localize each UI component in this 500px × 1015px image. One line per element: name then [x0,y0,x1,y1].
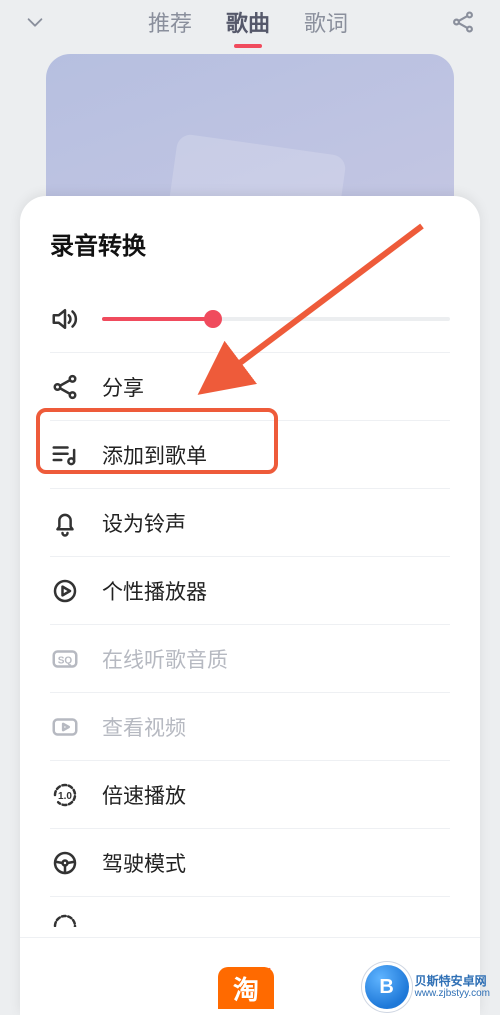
add-to-playlist-icon [50,440,80,470]
sheet-rows: 分享 添加到歌单 设为铃声 个性播放器 SQ 在线听歌音质 [20,285,480,937]
volume-icon [50,304,80,334]
watermark-line1: 贝斯特安卓网 [415,974,490,988]
steering-wheel-icon [50,848,80,878]
playback-speed-icon: 1.0 [50,780,80,810]
row-online-quality: SQ 在线听歌音质 [50,625,450,693]
collapse-icon[interactable] [24,11,46,33]
taobao-badge: 淘 [218,967,274,1009]
sq-quality-icon: SQ [50,644,80,674]
player-tabs: 推荐 歌曲 歌词 [148,6,348,38]
custom-player-icon [50,576,80,606]
row-set-ringtone-label: 设为铃声 [102,508,450,538]
row-drive-mode-label: 驾驶模式 [102,848,450,878]
volume-slider-thumb[interactable] [204,310,222,328]
row-playback-speed[interactable]: 1.0 倍速播放 [50,761,450,829]
tab-lyrics[interactable]: 歌词 [304,6,348,38]
row-volume [50,285,450,353]
row-view-video-label: 查看视频 [102,712,450,742]
volume-slider[interactable] [102,317,450,321]
tab-recommend[interactable]: 推荐 [148,6,192,38]
row-add-to-playlist[interactable]: 添加到歌单 [50,421,450,489]
share-row-icon [50,372,80,402]
row-cutoff [50,897,450,927]
cutoff-icon [50,911,80,927]
row-custom-player[interactable]: 个性播放器 [50,557,450,625]
row-share[interactable]: 分享 [50,353,450,421]
tab-song[interactable]: 歌曲 [226,6,270,38]
watermark-badge-icon: B [365,965,409,1009]
sheet-title: 录音转换 [20,196,480,285]
svg-text:1.0: 1.0 [58,790,72,801]
row-drive-mode[interactable]: 驾驶模式 [50,829,450,897]
row-custom-player-label: 个性播放器 [102,576,450,606]
row-view-video: 查看视频 [50,693,450,761]
player-topbar: 推荐 歌曲 歌词 [0,0,500,44]
row-online-quality-label: 在线听歌音质 [102,644,450,674]
row-add-to-playlist-label: 添加到歌单 [102,440,450,470]
site-watermark: B 贝斯特安卓网 www.zjbstyy.com [365,965,490,1009]
watermark-line2: www.zjbstyy.com [415,988,490,1000]
row-set-ringtone[interactable]: 设为铃声 [50,489,450,557]
share-icon[interactable] [450,9,476,35]
row-share-label: 分享 [102,372,450,402]
options-bottom-sheet: 录音转换 分享 添加到歌单 设 [20,196,480,1015]
row-playback-speed-label: 倍速播放 [102,780,450,810]
svg-text:SQ: SQ [58,655,73,666]
volume-slider-fill [102,317,213,321]
bell-icon [50,508,80,538]
video-icon [50,712,80,742]
